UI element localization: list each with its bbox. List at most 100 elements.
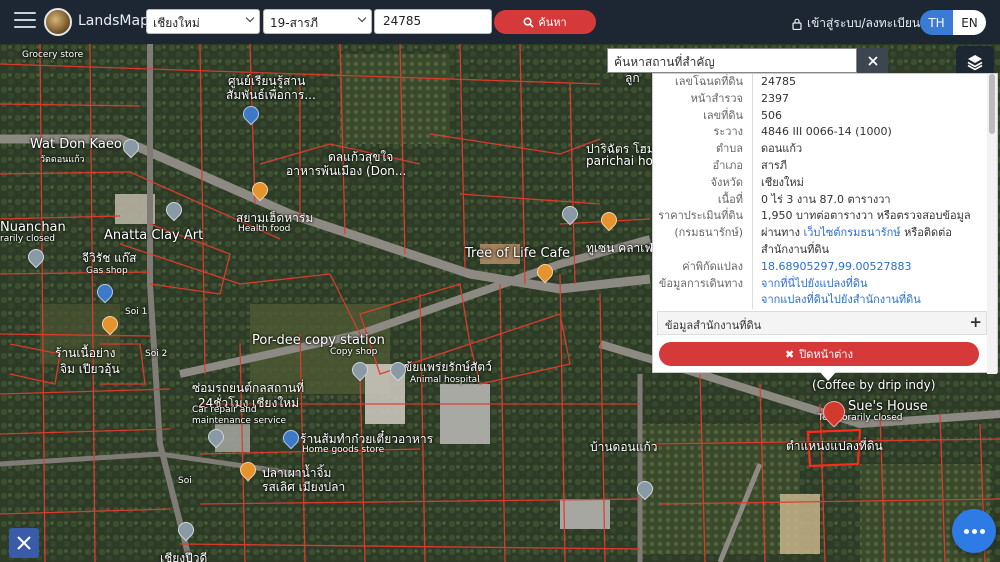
- directions-to-parcel-link[interactable]: จากที่นี่ไปยังแปลงที่ดิน: [761, 277, 867, 290]
- map-place-label[interactable]: maintenance service: [192, 416, 286, 426]
- parcel-info-panel: เลขโฉนดที่ดิน 24785 หน้าสำรวจ 2397 เลขที่ดิน…: [652, 73, 998, 374]
- info-row: เลขที่ดิน 506: [653, 107, 987, 125]
- lang-th-button[interactable]: TH: [920, 10, 953, 35]
- place-search-input[interactable]: ค้นหาสถานที่สำคัญ: [607, 48, 857, 73]
- map-place-label[interactable]: สัมพันธ์เพื่อการ...: [226, 86, 316, 105]
- appraisal-label-dept: (กรมธนารักษ์): [674, 226, 743, 240]
- brand-name: LandsMaps: [78, 13, 157, 29]
- province-select-value: เชียงใหม่: [153, 16, 200, 30]
- land-office-section-toggle[interactable]: ข้อมูลสำนักงานที่ดิน +: [657, 311, 987, 335]
- map-place-label[interactable]: Grocery store: [22, 50, 83, 60]
- row-value: 1,950 บาทต่อตารางวา หรือตรวจสอบข้อมูลผ่า…: [753, 208, 987, 258]
- top-bar: LandsMaps เชียงใหม่ 19-สารภี 24785 ค้นหา…: [0, 0, 1000, 44]
- clear-search-button[interactable]: [857, 48, 888, 73]
- coordinate-label: ค่าพิกัดแปลง: [653, 258, 753, 276]
- row-value: สารภี: [761, 158, 788, 172]
- map-place-label[interactable]: Home goods store: [302, 445, 384, 455]
- map-place-label[interactable]: เชียงปีวดี: [160, 549, 207, 562]
- row-value: 24785: [761, 75, 796, 88]
- travel-row-2: จากแปลงที่ดินไปยังสำนักงานที่ดิน: [653, 292, 987, 310]
- row-label: ตำบล: [653, 141, 753, 158]
- close-window-label: ปิดหน้าต่าง: [799, 348, 853, 361]
- chevron-down-icon: [357, 13, 367, 23]
- measure-tool-button[interactable]: [9, 528, 39, 558]
- layers-icon: [967, 55, 983, 71]
- map-place-label[interactable]: อาหารพ้นเมือง (Don...: [286, 162, 406, 181]
- map-place-label[interactable]: Copy shop: [330, 347, 377, 357]
- treasury-website-link[interactable]: เว็บไซต์กรมธนารักษ์: [803, 226, 900, 239]
- map-place-label[interactable]: Soi: [178, 476, 192, 486]
- row-value: 2397: [761, 91, 789, 105]
- landsmaps-logo: [44, 8, 72, 36]
- map-place-label[interactable]: Tree of Life Cafe: [465, 246, 570, 261]
- map-place-label[interactable]: Animal hospital: [410, 375, 480, 385]
- land-office-section-label: ข้อมูลสำนักงานที่ดิน: [665, 319, 762, 332]
- row-label: เลขโฉนดที่ดิน: [653, 74, 753, 91]
- dot-icon: [971, 528, 977, 534]
- travel-label: ข้อมูลการเดินทาง: [653, 275, 753, 293]
- login-label: เข้าสู่ระบบ/ลงทะเบียน: [807, 16, 921, 30]
- login-link[interactable]: เข้าสู่ระบบ/ลงทะเบียน: [792, 14, 920, 33]
- search-icon: [523, 17, 535, 28]
- appraisal-row: ราคาประเมินที่ดิน (กรมธนารักษ์) 1,950 บา…: [653, 208, 987, 259]
- info-row: หน้าสำรวจ 2397: [653, 90, 987, 108]
- appraisal-label: ราคาประเมินที่ดิน: [658, 209, 743, 223]
- row-label: ระวาง: [653, 124, 753, 142]
- map-place-label[interactable]: Nuanchan: [0, 220, 66, 235]
- close-icon: [867, 55, 878, 66]
- map-place-label[interactable]: จิม เปียวอุ้น: [60, 360, 120, 379]
- info-row: ตำบล ดอนแก้ว: [653, 141, 987, 158]
- row-value: 4846 III 0066-14 (1000): [761, 125, 892, 139]
- map-place-label[interactable]: ตำแหน่งแปลงที่ดิน: [786, 437, 883, 456]
- map-place-label[interactable]: Por-dee copy station: [252, 333, 385, 348]
- info-row: อำเภอ สารภี: [653, 157, 987, 175]
- map-place-label[interactable]: rarily closed: [0, 234, 55, 244]
- row-value: ดอนแก้ว: [761, 142, 803, 156]
- scrollbar-thumb[interactable]: [989, 74, 995, 134]
- lock-icon: [792, 18, 802, 30]
- plus-icon: +: [969, 313, 982, 331]
- coordinate-link[interactable]: 18.68905297,99.00527883: [761, 260, 911, 273]
- map-place-label[interactable]: Wat Don Kaeo: [30, 137, 122, 152]
- parcel-info-table: เลขโฉนดที่ดิน 24785 หน้าสำรวจ 2397 เลขที่ดิน…: [653, 74, 987, 311]
- chevron-down-icon: [245, 13, 255, 23]
- province-select[interactable]: เชียงใหม่: [146, 9, 260, 34]
- search-button-label: ค้นหา: [538, 16, 567, 29]
- panel-pointer: [820, 372, 836, 381]
- info-row: ระวาง 4846 III 0066-14 (1000): [653, 124, 987, 142]
- map-place-label[interactable]: Soi 1: [125, 307, 147, 317]
- close-icon: ✖: [785, 347, 795, 361]
- row-value: 506: [761, 108, 782, 122]
- info-row: เนื้อที่ 0 ไร่ 3 งาน 87.0 ตารางวา: [653, 191, 987, 209]
- lang-en-button[interactable]: EN: [953, 10, 986, 35]
- coordinate-row: ค่าพิกัดแปลง 18.68905297,99.00527883: [653, 258, 987, 276]
- travel-row: ข้อมูลการเดินทาง จากที่นี่ไปยังแปลงที่ดิ…: [653, 275, 987, 293]
- map-place-label[interactable]: ทูเซน คลาเฟ่: [586, 239, 653, 258]
- search-button[interactable]: ค้นหา: [494, 10, 596, 34]
- row-label: อำเภอ: [653, 157, 753, 175]
- map-place-label[interactable]: Soi 2: [145, 349, 167, 359]
- map-place-label[interactable]: Sue's House: [848, 399, 928, 414]
- directions-to-office-link[interactable]: จากแปลงที่ดินไปยังสำนักงานที่ดิน: [761, 293, 921, 306]
- row-value: เชียงใหม่: [761, 175, 804, 189]
- map-place-label[interactable]: วัดดอนแก้ว: [40, 152, 85, 166]
- info-row: เลขโฉนดที่ดิน 24785: [653, 74, 987, 91]
- map-place-label[interactable]: Car repair and: [192, 405, 257, 415]
- row-label: หน้าสำรวจ: [653, 90, 753, 108]
- map-place-label[interactable]: บ้านดอนแก้ว: [590, 438, 658, 457]
- parcel-number-input[interactable]: 24785: [374, 9, 492, 34]
- row-label: เลขที่ดิน: [653, 107, 753, 125]
- dot-icon: [979, 528, 985, 534]
- map-place-label[interactable]: Anatta Clay Art: [104, 228, 203, 243]
- map-place-label[interactable]: Health food: [238, 224, 290, 234]
- dot-icon: [963, 528, 969, 534]
- info-row: จังหวัด เชียงใหม่: [653, 174, 987, 192]
- close-window-button[interactable]: ✖ ปิดหน้าต่าง: [659, 342, 979, 366]
- map-place-label[interactable]: รสเลิศ เมียงปลา: [262, 478, 345, 497]
- panel-scrollbar[interactable]: [987, 74, 997, 374]
- more-options-button[interactable]: [952, 509, 996, 553]
- hamburger-menu-icon[interactable]: [14, 12, 36, 30]
- row-label: ราคาประเมินที่ดิน (กรมธนารักษ์): [653, 208, 753, 259]
- district-select[interactable]: 19-สารภี: [263, 9, 372, 34]
- map-place-label[interactable]: Gas shop: [86, 266, 128, 276]
